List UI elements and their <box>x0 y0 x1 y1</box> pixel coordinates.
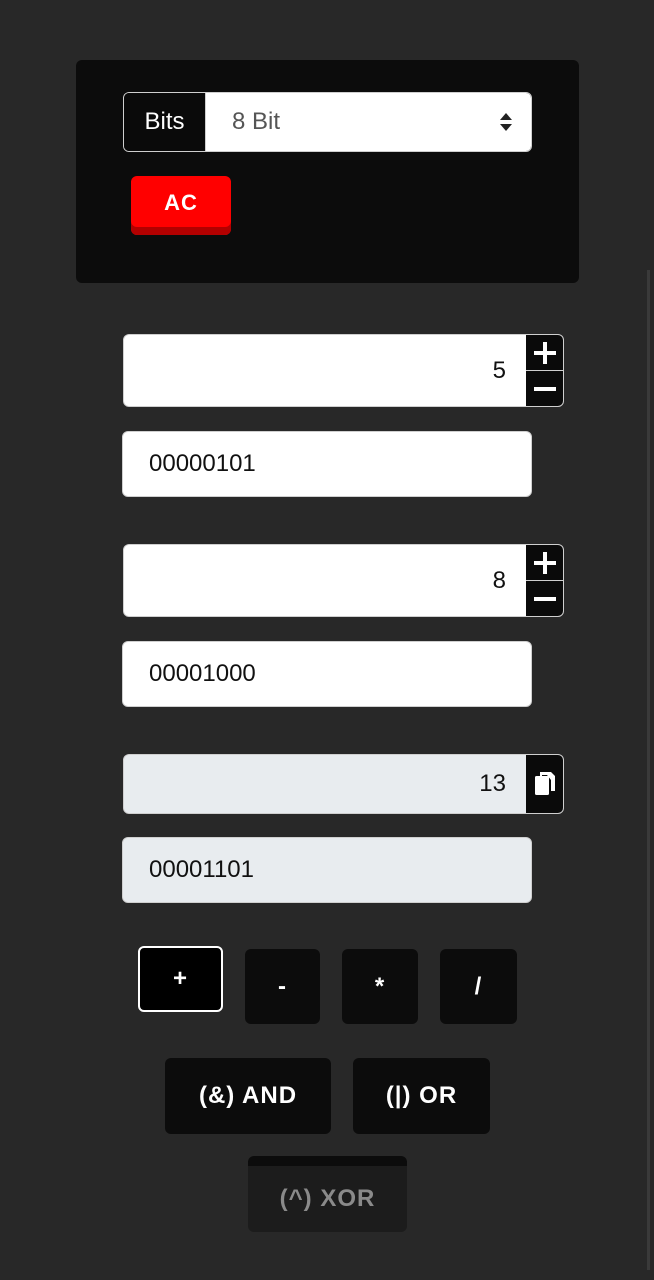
bits-label: Bits <box>124 93 206 151</box>
result-decimal-field: 13 <box>123 754 564 814</box>
operand-b-binary-input[interactable]: 00001000 <box>122 641 532 707</box>
operand-a-decrement-button[interactable] <box>526 370 563 406</box>
result-binary-field: 00001101 <box>122 837 532 903</box>
operand-b-increment-button[interactable] <box>526 545 563 580</box>
add-button[interactable]: + <box>138 946 223 1012</box>
copy-icon <box>534 772 555 795</box>
operand-a-increment-button[interactable] <box>526 335 563 370</box>
bits-selector[interactable]: Bits 8 Bit <box>123 92 532 152</box>
minus-icon <box>533 386 556 391</box>
plus-icon <box>533 551 556 574</box>
operand-b-stepper <box>526 545 563 616</box>
operand-a-decimal-value[interactable]: 5 <box>124 335 526 406</box>
scrollbar[interactable] <box>647 270 650 1270</box>
bits-selected-value: 8 Bit <box>232 108 281 135</box>
divide-button[interactable]: / <box>440 949 517 1024</box>
select-arrows-icon <box>500 113 512 131</box>
result-decimal-value: 13 <box>479 770 506 797</box>
operand-b-decrement-button[interactable] <box>526 580 563 616</box>
operand-b-decimal-input[interactable]: 8 <box>123 544 564 617</box>
and-button[interactable]: (&) AND <box>165 1058 331 1134</box>
clear-button[interactable]: AC <box>131 176 231 235</box>
minus-icon <box>533 596 556 601</box>
settings-panel: Bits 8 Bit AC <box>76 60 579 283</box>
or-button[interactable]: (|) OR <box>353 1058 490 1134</box>
multiply-button[interactable]: * <box>342 949 418 1024</box>
subtract-button[interactable]: - <box>245 949 320 1024</box>
operand-a-binary-input[interactable]: 00000101 <box>122 431 532 497</box>
copy-result-button[interactable] <box>526 755 563 813</box>
bit-calculator-page: Bits 8 Bit AC 5 00000101 8 00001000 13 0… <box>0 0 654 1280</box>
operand-a-stepper <box>526 335 563 406</box>
bits-select[interactable]: 8 Bit <box>206 93 531 151</box>
operand-a-decimal-input[interactable]: 5 <box>123 334 564 407</box>
operand-b-decimal-value[interactable]: 8 <box>124 545 526 616</box>
plus-icon <box>533 341 556 364</box>
xor-button[interactable]: (^) XOR <box>248 1156 407 1232</box>
